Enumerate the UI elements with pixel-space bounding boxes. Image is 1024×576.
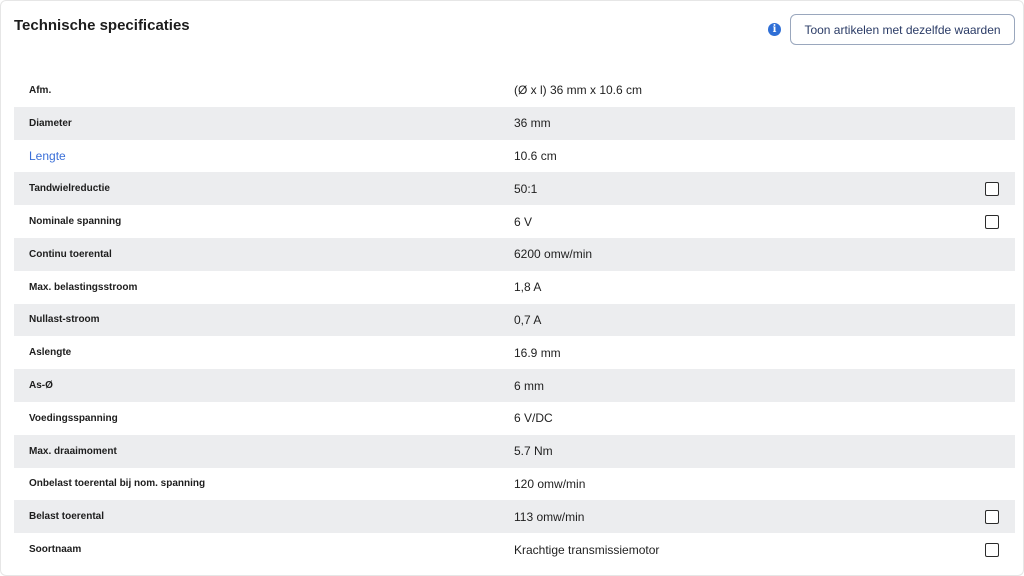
spec-filter-checkbox[interactable] [985,509,999,524]
spec-value: 10.6 cm [514,148,557,163]
spec-filter-checkbox[interactable] [985,542,999,557]
spec-value: 36 mm [514,116,551,131]
spec-label: Nullast-stroom [29,314,100,326]
spec-value: 5.7 Nm [514,444,553,459]
spec-value: 0,7 A [514,312,542,327]
table-row: Nominale spanning 6 V [14,205,1015,238]
spec-filter-checkbox[interactable] [985,181,999,196]
spec-label: Afm. [29,84,52,96]
table-row: Tandwielreductie 50:1 [14,172,1015,206]
spec-label: Max. belastingsstroom [29,281,138,293]
page-title: Technische specificaties [14,17,190,34]
spec-value: 113 omw/min [514,509,585,524]
spec-label[interactable]: Lengte [29,149,66,163]
spec-value: 120 omw/min [514,476,586,491]
spec-value: 6 V [514,214,533,229]
table-row: Afm. (Ø x l) 36 mm x 10.6 cm [14,74,1015,107]
table-row: Max. draaimoment 5.7 Nm [14,434,1015,468]
info-icon[interactable]: i [768,23,781,36]
spec-label: Tandwielreductie [29,183,110,195]
table-row: Belast toerental 113 omw/min [14,500,1015,534]
table-row: Max. belastingsstroom 1,8 A [14,271,1015,304]
table-row: Continu toerental 6200 omw/min [14,237,1015,271]
spec-value: 16.9 mm [514,345,561,360]
show-same-values-button[interactable]: Toon artikelen met dezelfde waarden [790,14,1015,45]
spec-label: Diameter [29,117,72,129]
table-row: As-Ø 6 mm [14,369,1015,402]
table-row: Aslengte 16.9 mm [14,336,1015,369]
table-row: Lengte 10.6 cm [14,140,1015,173]
table-row: Onbelast toerental bij nom. spanning 120 … [14,468,1015,501]
spec-label: As-Ø [29,380,53,392]
spec-label: Soortnaam [29,544,82,556]
spec-value: 6 mm [514,378,544,393]
spec-value: 1,8 A [514,280,542,295]
spec-table: Afm. (Ø x l) 36 mm x 10.6 cm Diameter 36 mm… [14,74,1015,566]
table-row: Voedingsspanning 6 V/DC [14,402,1015,435]
table-row: Nullast-stroom 0,7 A [14,303,1015,337]
spec-label: Voedingsspanning [29,412,118,424]
spec-label: Max. draaimoment [29,445,117,457]
spec-label: Continu toerental [29,248,112,260]
spec-label: Aslengte [29,347,72,359]
spec-value: 50:1 [514,181,538,196]
spec-label: Onbelast toerental bij nom. spanning [29,478,206,490]
spec-value: (Ø x l) 36 mm x 10.6 cm [514,83,643,98]
spec-filter-checkbox[interactable] [985,214,999,229]
spec-value: 6 V/DC [514,411,553,426]
spec-value: Krachtige transmissiemotor [514,542,660,557]
table-row: Diameter 36 mm [14,106,1015,140]
table-row: Soortnaam Krachtige transmissiemotor [14,533,1015,566]
spec-label: Belast toerental [29,511,105,523]
spec-value: 6200 omw/min [514,247,593,262]
specifications-panel: Technische specificaties i Toon artikele… [0,0,1024,576]
spec-label: Nominale spanning [29,216,122,228]
